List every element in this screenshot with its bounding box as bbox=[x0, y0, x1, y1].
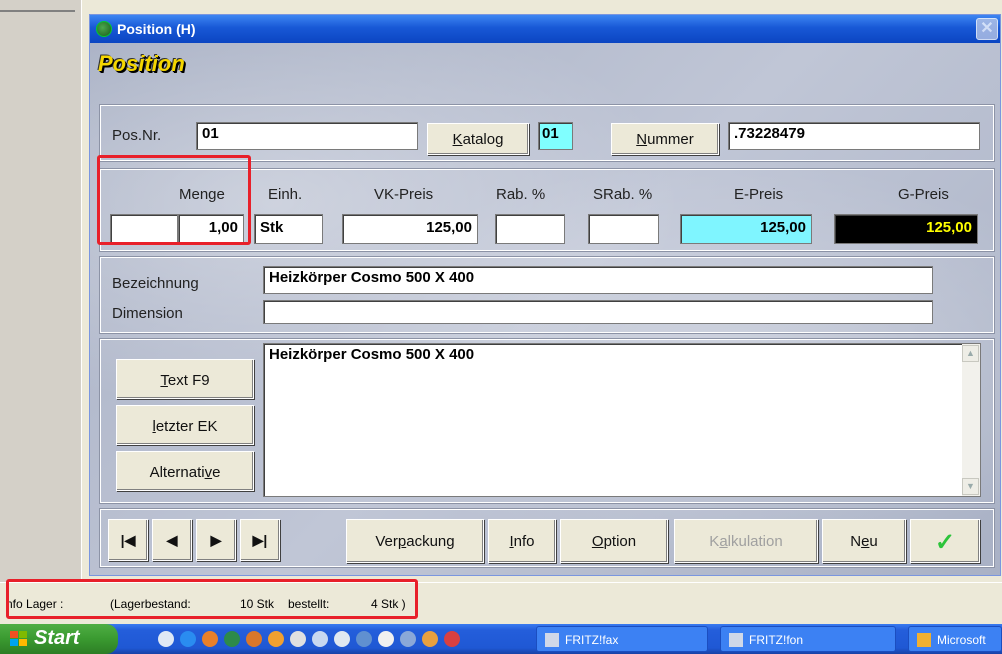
quicklaunch-chrome-icon[interactable] bbox=[378, 631, 394, 647]
bezeichnung-field[interactable]: Heizkörper Cosmo 500 X 400 bbox=[263, 266, 933, 294]
option-button[interactable]: Option bbox=[560, 519, 668, 563]
quicklaunch-app6-icon[interactable] bbox=[356, 631, 372, 647]
next-arrow-icon: ▶ bbox=[210, 532, 222, 548]
g-preis-label: G-Preis bbox=[898, 186, 949, 203]
taskbar-item-fritzfon[interactable]: FRITZ!fon bbox=[720, 626, 896, 652]
quicklaunch-app2-icon[interactable] bbox=[246, 631, 262, 647]
background-app-strip bbox=[0, 0, 75, 12]
einh-field[interactable]: Stk bbox=[254, 214, 323, 244]
windows-logo-icon bbox=[10, 631, 28, 647]
ok-button[interactable]: ✓ bbox=[910, 519, 980, 563]
einh-label: Einh. bbox=[268, 186, 303, 203]
dimension-field[interactable] bbox=[263, 300, 933, 324]
background-app-panel bbox=[0, 0, 82, 582]
vk-preis-field[interactable]: 125,00 bbox=[342, 214, 478, 244]
pos-nr-label: Pos.Nr. bbox=[112, 127, 162, 144]
katalog-button[interactable]: Katalog bbox=[427, 123, 529, 155]
dialog-client: Position Pos.Nr. 01 Katalog 01 Nummer .7… bbox=[90, 43, 1000, 575]
previous-arrow-icon: ◀ bbox=[166, 532, 178, 548]
first-record-button[interactable]: |◀ bbox=[108, 519, 148, 561]
rab-label: Rab. % bbox=[496, 186, 546, 203]
previous-record-button[interactable]: ◀ bbox=[152, 519, 192, 561]
last-record-icon: ▶| bbox=[252, 532, 268, 548]
quicklaunch-app9-icon[interactable] bbox=[444, 631, 460, 647]
info-button[interactable]: Info bbox=[488, 519, 556, 563]
taskbar-item-fritzfax[interactable]: FRITZ!fax bbox=[536, 626, 708, 652]
quicklaunch-app-icon[interactable] bbox=[224, 631, 240, 647]
text-area[interactable]: Heizkörper Cosmo 500 X 400 bbox=[263, 343, 981, 497]
first-record-icon: |◀ bbox=[120, 532, 136, 548]
taskbar-item-label: Microsoft bbox=[937, 633, 986, 647]
quicklaunch-app5-icon[interactable] bbox=[334, 631, 350, 647]
scroll-up-arrow-icon[interactable]: ▲ bbox=[962, 345, 979, 362]
pos-nr-field[interactable]: 01 bbox=[196, 122, 418, 150]
dialog-heading: Position bbox=[98, 51, 185, 76]
quicklaunch-firefox-icon[interactable] bbox=[202, 631, 218, 647]
dimension-label: Dimension bbox=[112, 305, 183, 322]
quicklaunch-desktop-icon[interactable] bbox=[158, 631, 174, 647]
quicklaunch-app3-icon[interactable] bbox=[290, 631, 306, 647]
quicklaunch-clock-icon[interactable] bbox=[268, 631, 284, 647]
position-dialog: Position (H) ✕ Position Pos.Nr. 01 Katal… bbox=[89, 14, 1001, 576]
rab-field[interactable] bbox=[495, 214, 565, 244]
kalkulation-button[interactable]: Kalkulation bbox=[674, 519, 818, 563]
quicklaunch-app4-icon[interactable] bbox=[312, 631, 328, 647]
quicklaunch-ie-icon[interactable] bbox=[180, 631, 196, 647]
text-scrollbar[interactable] bbox=[962, 344, 980, 496]
taskbar: Start FRITZ!fax FRITZ!fon Microsoft bbox=[0, 624, 1002, 654]
start-label: Start bbox=[34, 627, 80, 649]
close-button[interactable]: ✕ bbox=[976, 18, 998, 40]
taskbar-item-label: FRITZ!fon bbox=[749, 633, 804, 647]
taskbar-item-label: FRITZ!fax bbox=[565, 633, 619, 647]
quicklaunch-app7-icon[interactable] bbox=[400, 631, 416, 647]
fritzfon-icon bbox=[729, 633, 743, 647]
letzter-ek-button[interactable]: letzter EK bbox=[116, 405, 254, 445]
nummer-field[interactable]: .73228479 bbox=[728, 122, 980, 150]
scroll-down-arrow-icon[interactable]: ▼ bbox=[962, 478, 979, 495]
text-f9-button[interactable]: Text F9 bbox=[116, 359, 254, 399]
app-icon bbox=[96, 21, 112, 37]
katalog-field[interactable]: 01 bbox=[538, 122, 573, 150]
e-preis-label: E-Preis bbox=[734, 186, 784, 203]
text-area-content: Heizkörper Cosmo 500 X 400 bbox=[269, 346, 475, 363]
checkmark-icon: ✓ bbox=[934, 529, 956, 556]
srab-label: SRab. % bbox=[593, 186, 653, 203]
verpackung-button[interactable]: Verpackung bbox=[346, 519, 484, 563]
vk-preis-label: VK-Preis bbox=[374, 186, 434, 203]
start-button[interactable]: Start bbox=[0, 624, 118, 654]
e-preis-field[interactable]: 125,00 bbox=[680, 214, 812, 244]
alternative-button[interactable]: Alternative bbox=[116, 451, 254, 491]
taskbar-item-microsoft[interactable]: Microsoft bbox=[908, 626, 1002, 652]
quicklaunch-app8-icon[interactable] bbox=[422, 631, 438, 647]
fritzfax-icon bbox=[545, 633, 559, 647]
srab-field[interactable] bbox=[588, 214, 659, 244]
title-bar[interactable]: Position (H) ✕ bbox=[90, 15, 1000, 43]
neu-button[interactable]: Neu bbox=[822, 519, 906, 563]
g-preis-field[interactable]: 125,00 bbox=[834, 214, 978, 244]
last-record-button[interactable]: ▶| bbox=[240, 519, 280, 561]
lager-highlight-box bbox=[6, 579, 418, 619]
next-record-button[interactable]: ▶ bbox=[196, 519, 236, 561]
microsoft-app-icon bbox=[917, 633, 931, 647]
nummer-button[interactable]: Nummer bbox=[611, 123, 719, 155]
menge-highlight-box bbox=[97, 155, 251, 245]
window-title: Position (H) bbox=[117, 21, 196, 37]
bezeichnung-label: Bezeichnung bbox=[112, 275, 199, 292]
